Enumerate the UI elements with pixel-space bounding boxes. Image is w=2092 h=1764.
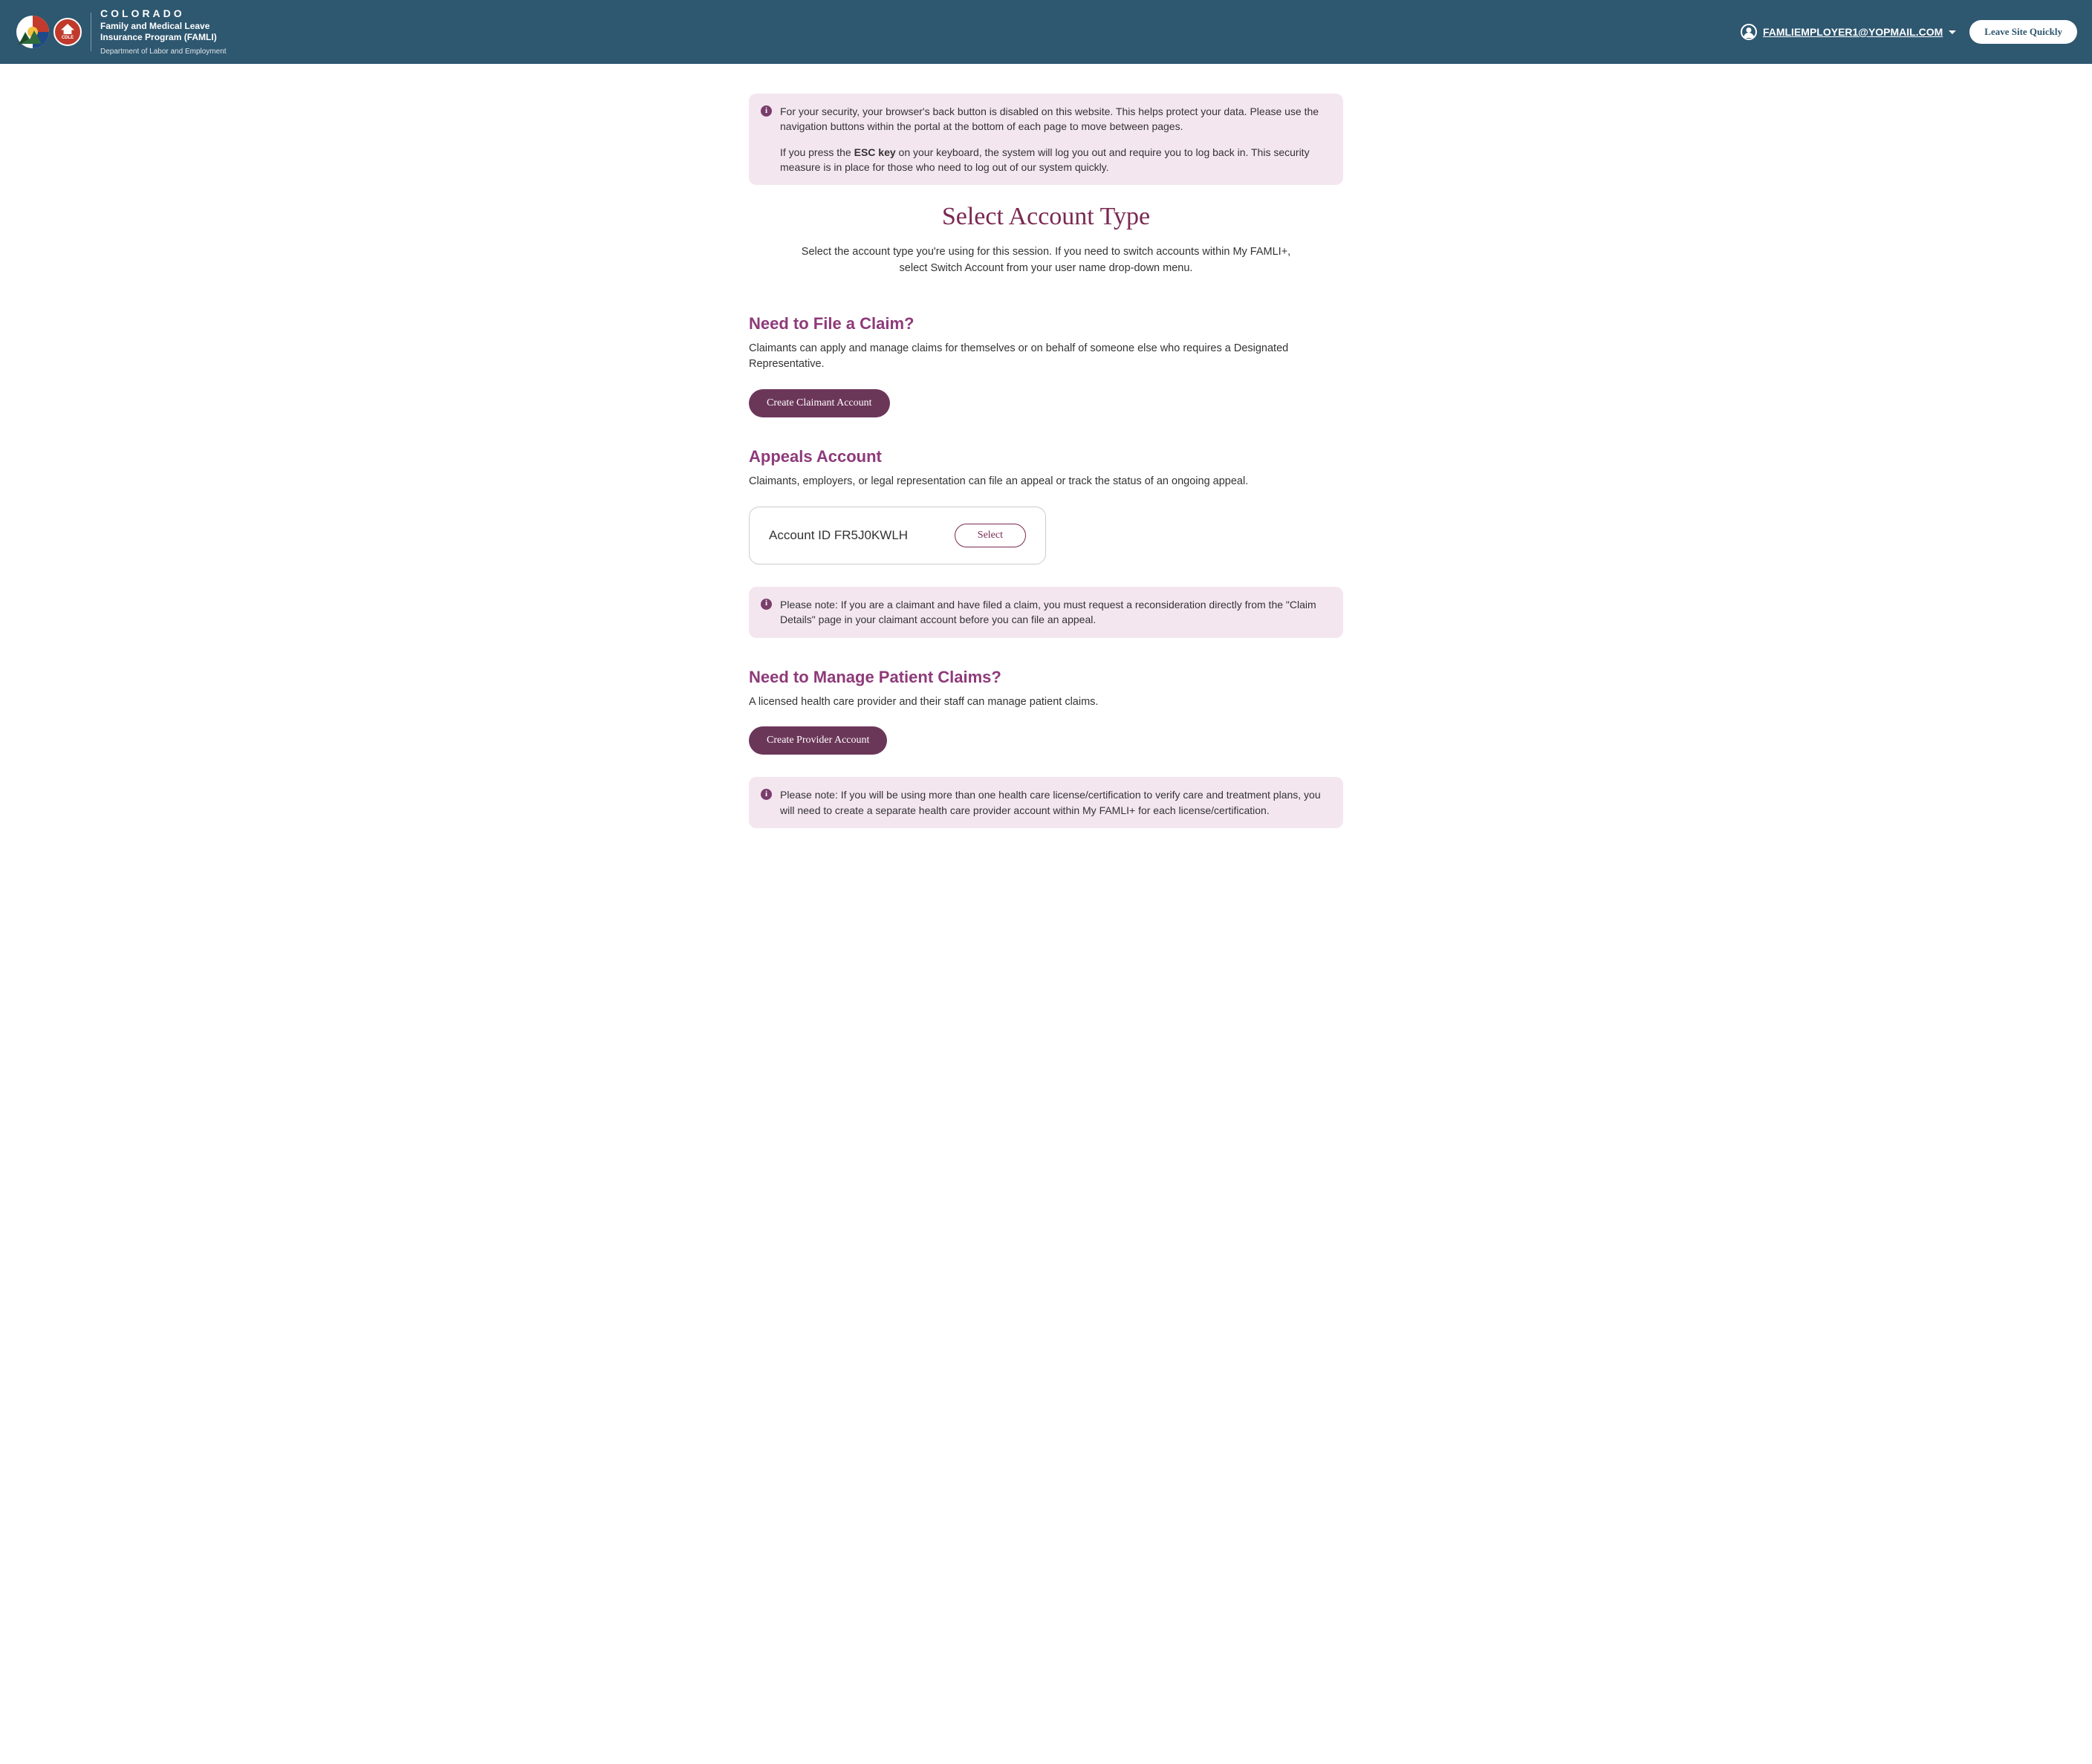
security-alert-p2-bold: ESC key [854, 146, 896, 158]
chevron-down-icon [1949, 30, 1956, 34]
provider-note-text: Please note: If you will be using more t… [780, 787, 1328, 818]
brand-dept: Department of Labor and Employment [100, 48, 227, 57]
user-icon [1741, 24, 1757, 40]
create-claimant-account-button[interactable]: Create Claimant Account [749, 389, 890, 417]
select-appeals-account-button[interactable]: Select [955, 524, 1026, 547]
provider-section-title: Need to Manage Patient Claims? [749, 668, 1343, 687]
security-alert-p2-before: If you press the [780, 146, 854, 158]
brand-sub-2: Insurance Program (FAMLI) [100, 32, 227, 43]
info-icon: i [761, 789, 772, 800]
user-email: FAMLIEMPLOYER1@YOPMAIL.COM [1763, 26, 1943, 38]
header-titles: COLORADO Family and Medical Leave Insura… [100, 7, 227, 56]
page-title: Select Account Type [749, 203, 1343, 231]
main-container: i For your security, your browser's back… [734, 64, 1358, 888]
provider-section: Need to Manage Patient Claims? A license… [749, 668, 1343, 828]
appeals-account-id: Account ID FR5J0KWLH [769, 528, 908, 543]
provider-note-alert: i Please note: If you will be using more… [749, 777, 1343, 828]
info-icon: i [761, 105, 772, 117]
appeals-section: Appeals Account Claimants, employers, or… [749, 447, 1343, 637]
user-menu[interactable]: FAMLIEMPLOYER1@YOPMAIL.COM [1741, 24, 1956, 40]
claim-section: Need to File a Claim? Claimants can appl… [749, 314, 1343, 418]
brand-sub-1: Family and Medical Leave [100, 21, 227, 32]
appeals-section-title: Appeals Account [749, 447, 1343, 466]
appeals-note-alert: i Please note: If you are a claimant and… [749, 587, 1343, 638]
info-icon: i [761, 599, 772, 610]
leave-site-button[interactable]: Leave Site Quickly [1969, 20, 2077, 44]
claim-section-title: Need to File a Claim? [749, 314, 1343, 333]
site-header: CDLE COLORADO Family and Medical Leave I… [0, 0, 2092, 64]
brand-main: COLORADO [100, 7, 227, 21]
security-alert-p1: For your security, your browser's back b… [780, 104, 1328, 134]
appeals-section-text: Claimants, employers, or legal represent… [749, 474, 1343, 490]
colorado-logo-icon [15, 14, 51, 50]
header-left: CDLE COLORADO Family and Medical Leave I… [15, 7, 227, 56]
appeals-note-text: Please note: If you are a claimant and h… [780, 597, 1328, 628]
appeals-account-card: Account ID FR5J0KWLH Select [749, 507, 1046, 564]
provider-section-text: A licensed health care provider and thei… [749, 694, 1343, 711]
logo-group: CDLE [15, 14, 82, 50]
cdle-logo-icon: CDLE [53, 18, 82, 46]
page-subtitle: Select the account type you're using for… [793, 244, 1299, 277]
create-provider-account-button[interactable]: Create Provider Account [749, 726, 887, 755]
cdle-label: CDLE [62, 36, 74, 40]
security-alert-p2: If you press the ESC key on your keyboar… [780, 145, 1328, 175]
security-alert: i For your security, your browser's back… [749, 94, 1343, 185]
header-right: FAMLIEMPLOYER1@YOPMAIL.COM Leave Site Qu… [1741, 20, 2077, 44]
claim-section-text: Claimants can apply and manage claims fo… [749, 341, 1343, 374]
